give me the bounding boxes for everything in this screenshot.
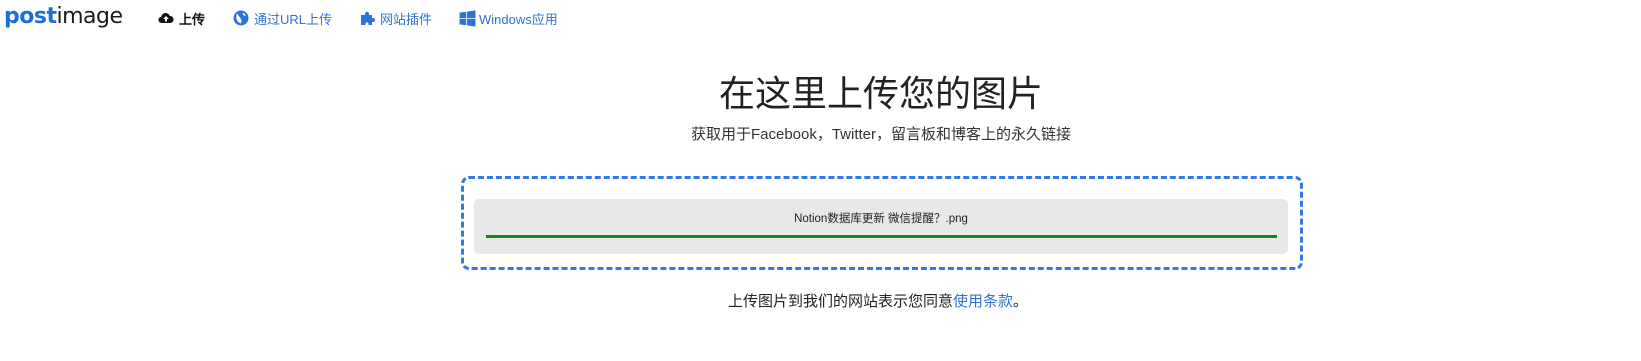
nav-url-upload-label: 通过URL上传 <box>254 11 333 27</box>
top-navbar: postimage 上传 通过URL上传 网站插件 Windows应用 <box>0 0 1641 34</box>
page-title: 在这里上传您的图片 <box>718 73 1043 114</box>
terms-text: 上传图片到我们的网站表示您同意 <box>727 293 953 310</box>
upload-dropzone[interactable]: Notion数据库更新 微信提醒？.png <box>461 176 1303 270</box>
nav-upload-label: 上传 <box>179 11 206 27</box>
puzzle-icon <box>361 11 375 25</box>
windows-icon <box>459 9 476 27</box>
page-subtitle: 获取用于Facebook，Twitter，留言板和博客上的永久链接 <box>690 126 1072 143</box>
nav-windows-app[interactable]: Windows应用 <box>459 9 558 27</box>
upload-progress-bar <box>486 235 1277 238</box>
uploaded-file-card: Notion数据库更新 微信提醒？.png <box>474 199 1288 254</box>
cloud-upload-icon <box>158 13 174 23</box>
terms-of-use-link[interactable]: 使用条款 <box>953 293 1013 310</box>
nav-plugins[interactable]: 网站插件 <box>359 9 432 27</box>
upload-progress-fill <box>486 235 1277 238</box>
nav-url-upload[interactable]: 通过URL上传 <box>233 9 332 27</box>
nav-windows-app-label: Windows应用 <box>479 11 558 27</box>
nav-upload[interactable]: 上传 <box>158 9 205 27</box>
logo-text-post: post <box>4 4 57 29</box>
file-name: Notion数据库更新 微信提醒？.png <box>794 213 968 225</box>
logo-text-image: image <box>56 4 123 29</box>
terms-notice: 上传图片到我们的网站表示您同意使用条款。 <box>0 291 1641 313</box>
nav-plugins-label: 网站插件 <box>380 11 433 27</box>
postimage-logo[interactable]: postimage <box>4 3 123 31</box>
globe-icon <box>233 10 249 26</box>
terms-period: 。 <box>1013 293 1029 310</box>
